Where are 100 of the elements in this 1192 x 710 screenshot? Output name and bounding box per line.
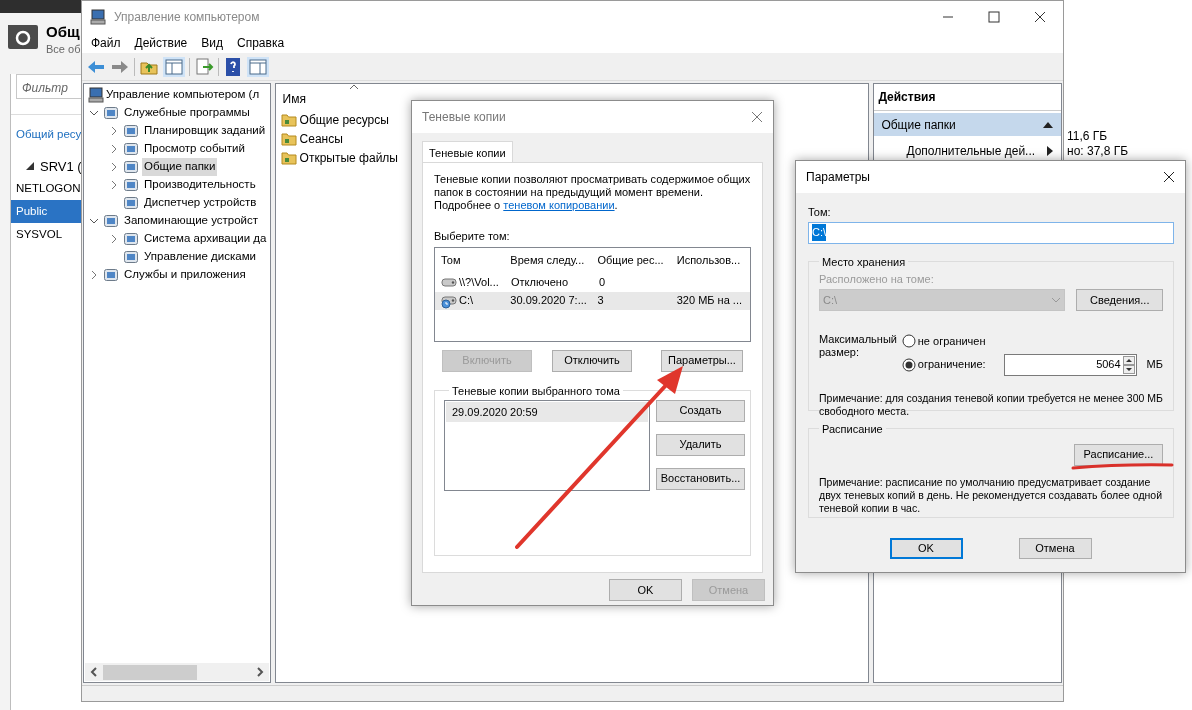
dialog-title: Параметры <box>806 169 870 186</box>
field-label: Расположено на томе: <box>819 271 935 287</box>
column-header[interactable]: Время следу... <box>504 252 592 269</box>
node-icon <box>123 141 139 157</box>
column-header[interactable]: Использов... <box>670 252 750 269</box>
collapse-icon[interactable] <box>1043 121 1053 128</box>
folder-icon <box>280 130 297 147</box>
tree-item[interactable]: Управление дисками <box>142 248 259 266</box>
horizontal-scrollbar[interactable] <box>85 663 269 681</box>
field-label: Том: <box>808 205 832 220</box>
volume-field[interactable]: C:\ <box>808 221 1174 244</box>
spinner-icon[interactable] <box>1122 355 1135 374</box>
note-text: Примечание: расписание по умолчанию предусматривает создание двух теневых копий в день. Не рекомендуется создавать более одной теневой копии в час. <box>819 475 1163 515</box>
app-title: Общ <box>46 23 81 41</box>
action-button[interactable]: Удалить <box>656 433 745 456</box>
action-button[interactable]: Создать <box>656 399 745 422</box>
tree-item[interactable]: Планировщик заданий <box>142 122 268 140</box>
disk-info-text: 11,6 ГБ <box>1067 129 1109 144</box>
dropdown-icon <box>1051 297 1062 303</box>
menu-item[interactable]: Файл <box>91 34 121 52</box>
scrollbar-thumb[interactable] <box>103 664 197 680</box>
table-cell-text: 3 <box>596 293 605 309</box>
radio-label[interactable]: ограничение: <box>917 356 986 373</box>
share-item[interactable]: Public <box>11 200 81 224</box>
column-header[interactable]: Имя <box>282 90 306 108</box>
menu-item[interactable]: Действие <box>134 34 188 52</box>
table-cell-text: Отключено <box>510 275 569 291</box>
radio-button[interactable] <box>901 334 916 349</box>
list-item[interactable]: Общие ресурсы <box>299 110 389 129</box>
group-label: Теневые копии выбранного тома <box>451 383 621 398</box>
breadcrumb-link[interactable]: Общий ресу <box>11 126 81 144</box>
actions-header: Действия <box>874 84 1061 111</box>
action-item[interactable]: Дополнительные дей... <box>906 142 1036 160</box>
collapse-icon[interactable] <box>26 162 34 171</box>
table-cell-text: 0 <box>598 275 607 291</box>
tree-item[interactable]: Запоминающие устройст <box>122 212 260 230</box>
field-label: Выберите том: <box>434 229 511 244</box>
note-text: Примечание: для создания теневой копии требуется не менее 300 МБ свободного места. <box>819 391 1163 418</box>
action-button[interactable]: Отключить <box>552 349 632 372</box>
tree-item[interactable]: Диспетчер устройств <box>142 194 259 212</box>
action-button[interactable]: Восстановить... <box>656 467 745 490</box>
node-icon <box>123 249 139 265</box>
dialog-button[interactable]: Отмена <box>1018 537 1092 559</box>
dialog-button[interactable]: OK <box>889 537 963 559</box>
tree-item[interactable]: Управление компьютером (л <box>104 86 262 104</box>
table-cell-text: 320 МБ на ... <box>675 293 743 309</box>
copy-item[interactable]: 29.09.2020 20:59 <box>446 401 648 422</box>
node-icon <box>123 195 139 211</box>
field-label: Максимальный размер: <box>819 333 898 360</box>
size-field[interactable]: 5064 <box>1003 353 1137 376</box>
disk-info-text: но: 37,8 ГБ <box>1067 144 1129 159</box>
app-subtitle: Все об <box>46 42 81 57</box>
submenu-icon[interactable] <box>1047 146 1053 156</box>
list-item[interactable]: Открытые файлы <box>299 148 398 167</box>
tree-item[interactable]: Производительность <box>142 176 258 194</box>
folder-icon <box>280 111 297 128</box>
help-link[interactable]: теневом копировании <box>503 199 615 211</box>
node-icon <box>123 177 139 193</box>
share-icon <box>8 23 38 49</box>
radio-label[interactable]: не ограничен <box>917 333 986 350</box>
dialog-button[interactable]: OK <box>609 579 682 601</box>
panel-icon[interactable] <box>163 56 185 77</box>
export-icon[interactable] <box>194 56 214 77</box>
tree-item[interactable]: Служебные программы <box>122 104 252 122</box>
description-text: Теневые копии позволяют просматривать содержимое общих папок в состоянии на предыдущий момент времени. Подробнее о теневом копировании. <box>434 173 751 212</box>
list-item[interactable]: Сеансы <box>299 129 343 148</box>
node-icon <box>123 231 139 247</box>
tree-item[interactable]: Просмотр событий <box>142 140 247 158</box>
column-header[interactable]: Том <box>435 252 505 269</box>
tree-item[interactable]: Система архивации да <box>142 230 269 248</box>
node-icon <box>123 123 139 139</box>
tree-item[interactable]: Службы и приложения <box>122 266 248 284</box>
details-button[interactable]: Сведения... <box>1076 289 1163 311</box>
share-item[interactable]: NETLOGON <box>11 177 81 201</box>
column-header[interactable]: Общие рес... <box>591 252 671 269</box>
share-item[interactable]: SYSVOL <box>11 223 81 247</box>
menu-item[interactable]: Вид <box>201 34 223 52</box>
server-node[interactable]: SRV1 ( <box>40 156 81 176</box>
group-label: Расписание <box>821 421 884 436</box>
node-icon <box>103 213 119 229</box>
computer-icon <box>88 87 104 103</box>
table-cell-text: C:\ <box>459 293 474 309</box>
schedule-button[interactable]: Расписание... <box>1074 443 1163 466</box>
scroll-left-icon[interactable] <box>88 666 100 678</box>
table-cell-text: \\?\Vol... <box>459 275 499 291</box>
dialog-title: Теневые копии <box>422 109 506 126</box>
node-icon <box>103 105 119 121</box>
close-button[interactable] <box>1163 171 1175 183</box>
actions-section[interactable]: Общие папки <box>874 113 1061 136</box>
menu-item[interactable]: Справка <box>237 34 285 52</box>
help-icon[interactable] <box>223 56 243 77</box>
radio-button[interactable] <box>901 357 916 372</box>
tab[interactable]: Теневые копии <box>422 141 513 162</box>
table-row[interactable]: C:\ 30.09.2020 7:... 3 320 МБ на ... <box>435 291 750 310</box>
table-row[interactable]: \\?\Vol... Отключено 0 <box>435 273 750 292</box>
node-icon <box>123 159 139 175</box>
tree-item[interactable]: Общие папки <box>142 158 218 176</box>
action-button[interactable]: Параметры... <box>661 349 743 372</box>
computer-icon <box>90 9 106 25</box>
panel-icon[interactable] <box>247 56 269 77</box>
